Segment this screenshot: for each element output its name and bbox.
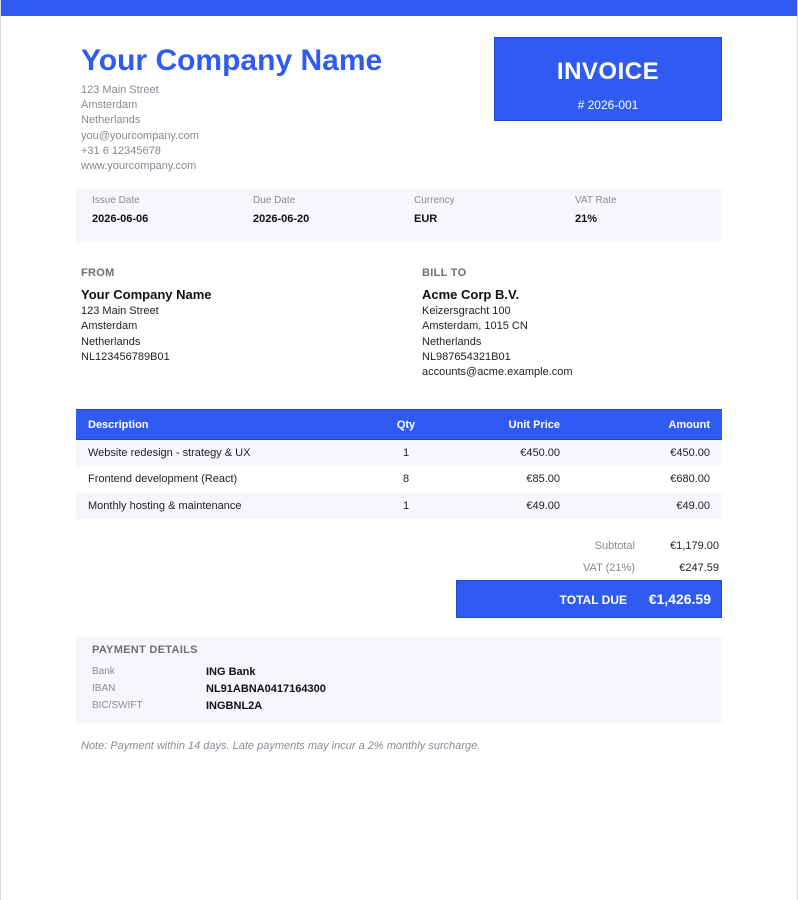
company-street: 123 Main Street (81, 84, 159, 96)
payment-label: IBAN (92, 683, 116, 694)
column-header-amount: Amount (572, 409, 722, 440)
payment-row-bank: Bank ING Bank (92, 666, 692, 682)
vat-value: €247.59 (679, 562, 719, 574)
item-unit-price: €450.00 (436, 439, 572, 466)
invoice-number: # 2026-001 (577, 98, 639, 112)
from-vat-number: NL123456789B01 (81, 350, 170, 363)
bill-to-city: Amsterdam, 1015 CN (422, 320, 528, 333)
item-amount: €680.00 (670, 473, 710, 486)
company-name: Your Company Name (81, 44, 383, 77)
from-name: Your Company Name (81, 287, 212, 302)
invoice-title-box: INVOICE # 2026-001 (494, 37, 722, 121)
subtotal-value: €1,179.00 (670, 540, 719, 552)
payment-label: BIC/SWIFT (92, 700, 143, 711)
company-phone: +31 6 12345678 (81, 144, 161, 157)
item-description: Website redesign - strategy & UX (76, 439, 376, 466)
payment-row-iban: IBAN NL91ABNA0417164300 (92, 683, 692, 699)
from-country: Netherlands (81, 335, 141, 348)
from-heading: FROM (81, 267, 115, 279)
company-email: you@yourcompany.com (81, 129, 199, 142)
table-header-row: Description Qty Unit Price Amount (76, 409, 722, 440)
payment-value: INGBNL2A (206, 700, 263, 712)
meta-value: 21% (575, 213, 598, 225)
payment-note: Note: Payment within 14 days. Late payme… (81, 740, 481, 752)
item-description: Frontend development (React) (88, 473, 238, 486)
from-city: Amsterdam (81, 320, 138, 333)
vat-row: VAT (21%) €247.59 (456, 562, 722, 582)
subtotal-label: Subtotal (594, 540, 635, 552)
column-header-description: Description (76, 409, 376, 440)
meta-label: Currency (414, 195, 455, 206)
payment-details: PAYMENT DETAILS Bank ING Bank IBAN NL91A… (76, 637, 722, 723)
meta-value: EUR (414, 213, 438, 225)
vat-label: VAT (21%) (583, 562, 635, 574)
line-items-table: Description Qty Unit Price Amount Websit… (76, 409, 722, 519)
meta-value: 2026-06-06 (92, 213, 149, 225)
item-unit-price: €85.00 (526, 473, 560, 486)
payment-value: NL91ABNA0417164300 (206, 683, 326, 695)
company-website: www.yourcompany.com (81, 160, 197, 173)
table-row: Website redesign - strategy & UX 1 €450.… (76, 439, 722, 466)
item-qty: 1 (376, 439, 436, 466)
meta-label: VAT Rate (575, 195, 617, 206)
item-amount: €49.00 (572, 492, 722, 519)
company-country: Netherlands (81, 114, 141, 127)
table-row: Frontend development (React) 8 €85.00 €6… (76, 466, 722, 493)
from-section: FROM Your Company Name 123 Main Street A… (81, 267, 381, 365)
bill-to-section: BILL TO Acme Corp B.V. Keizersgracht 100… (422, 267, 722, 380)
meta-value: 2026-06-20 (253, 213, 310, 225)
meta-label: Due Date (253, 195, 296, 206)
payment-heading: PAYMENT DETAILS (92, 644, 198, 656)
item-unit-price: €49.00 (436, 492, 572, 519)
bill-to-heading: BILL TO (422, 267, 467, 279)
meta-label: Issue Date (92, 195, 140, 206)
table-row: Monthly hosting & maintenance 1 €49.00 €… (76, 492, 722, 519)
item-amount: €450.00 (572, 439, 722, 466)
item-description: Monthly hosting & maintenance (76, 492, 376, 519)
bill-to-email: accounts@acme.example.com (422, 366, 573, 379)
payment-label: Bank (92, 666, 115, 677)
payment-value: ING Bank (206, 666, 256, 678)
top-accent-bar (0, 0, 798, 16)
total-due-label: TOTAL DUE (559, 593, 627, 607)
invoice-title: INVOICE (556, 58, 660, 85)
bill-to-name: Acme Corp B.V. (422, 287, 520, 302)
invoice-meta-bar: Issue Date 2026-06-06 Due Date 2026-06-2… (76, 189, 722, 242)
column-header-unit-price: Unit Price (436, 409, 572, 440)
total-due-box: TOTAL DUE €1,426.59 (456, 580, 722, 618)
company-city: Amsterdam (81, 99, 138, 112)
item-qty: 8 (402, 473, 410, 486)
payment-row-bic: BIC/SWIFT INGBNL2A (92, 700, 692, 716)
bill-to-vat-number: NL987654321B01 (422, 350, 511, 363)
total-due-value: €1,426.59 (648, 591, 711, 607)
bill-to-country: Netherlands (422, 335, 482, 348)
from-street: 123 Main Street (81, 305, 159, 317)
column-header-qty: Qty (376, 409, 436, 440)
item-qty: 1 (376, 492, 436, 519)
company-address: 123 Main Street Amsterdam Netherlands yo… (81, 83, 199, 174)
subtotal-row: Subtotal €1,179.00 (456, 540, 722, 560)
bill-to-street: Keizersgracht 100 (422, 305, 511, 317)
